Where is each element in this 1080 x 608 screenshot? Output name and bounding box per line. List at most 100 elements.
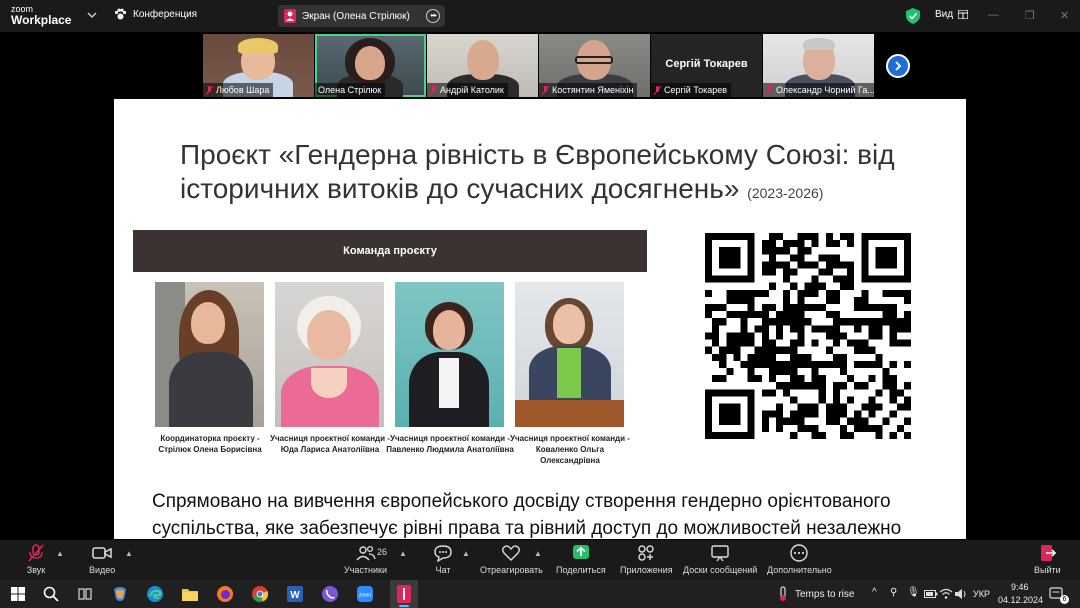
whiteboards-label: Доски сообщений <box>683 565 758 575</box>
qr-module <box>811 367 819 376</box>
next-page-button[interactable] <box>886 54 910 78</box>
qr-module <box>847 417 855 425</box>
grid-view-icon <box>958 10 969 19</box>
zoom-share-app-icon <box>394 584 414 604</box>
chevron-down-icon[interactable] <box>86 9 98 21</box>
qr-module <box>712 275 720 283</box>
participant-tile[interactable]: Костянтин Яменіхін <box>539 34 650 97</box>
mic-tray-icon[interactable]: 🎙︎ <box>907 587 920 598</box>
qr-code <box>705 233 911 439</box>
video-options-icon[interactable]: ▲ <box>125 549 133 558</box>
audio-options-icon[interactable]: ▲ <box>56 549 64 558</box>
more-button[interactable]: Дополнительно <box>767 544 832 575</box>
qr-module <box>712 318 720 326</box>
zoom-app-icon[interactable]: zoom <box>355 584 375 604</box>
qr-module <box>839 261 848 269</box>
search-icon[interactable] <box>41 584 61 604</box>
restore-icon[interactable]: ❐ <box>1025 9 1035 22</box>
qr-module <box>903 247 911 255</box>
qr-module <box>783 247 791 255</box>
qr-module <box>790 396 798 404</box>
qr-module <box>882 261 890 269</box>
audio-button[interactable]: Звук <box>26 544 46 575</box>
participant-tile[interactable]: Любов Шара <box>203 34 314 97</box>
qr-module <box>747 332 755 340</box>
qr-module <box>705 261 713 269</box>
qr-module <box>797 332 805 340</box>
qr-module <box>790 410 798 418</box>
volume-icon[interactable] <box>951 584 971 604</box>
qr-module <box>747 339 755 347</box>
edge-icon[interactable] <box>145 584 165 604</box>
qr-module <box>847 339 855 347</box>
qr-module <box>797 339 805 347</box>
minimize-icon[interactable]: — <box>988 9 999 21</box>
react-options-icon[interactable]: ▲ <box>534 549 542 558</box>
qr-module <box>797 261 805 269</box>
weather-text[interactable]: Temps to rise <box>795 589 854 600</box>
file-explorer-icon[interactable] <box>180 584 200 604</box>
qr-module <box>768 346 777 354</box>
shield-check-icon[interactable] <box>906 8 920 24</box>
chat-button[interactable]: Чат <box>433 544 453 575</box>
qr-module <box>854 318 862 326</box>
active-app-indicator[interactable] <box>390 580 418 608</box>
video-button[interactable]: Видео <box>89 544 115 575</box>
qr-module <box>726 417 734 425</box>
conference-menu[interactable]: Конференция <box>114 8 197 21</box>
qr-module <box>733 403 741 411</box>
location-icon[interactable]: ⚲ <box>890 587 897 598</box>
leave-button[interactable]: Выйти <box>1034 544 1061 575</box>
participant-tile-no-video[interactable]: Сергій Токарев Сергій Токарев <box>651 34 762 97</box>
screen-share-indicator[interactable]: Экран (Олена Стрілюк) ••• <box>278 5 445 27</box>
qr-module <box>768 367 777 376</box>
more-label: Дополнительно <box>767 565 832 575</box>
language-indicator[interactable]: УКР <box>973 589 990 599</box>
tray-chevron-up-icon[interactable]: ^ <box>872 587 877 598</box>
windows-start-icon[interactable] <box>8 584 28 604</box>
qr-module <box>761 424 769 432</box>
copilot-icon[interactable] <box>110 584 130 604</box>
qr-module <box>804 289 812 297</box>
view-menu[interactable]: Вид <box>935 9 969 20</box>
qr-module <box>818 389 826 397</box>
apps-button[interactable]: Приложения <box>620 544 673 575</box>
qr-module <box>783 311 791 319</box>
close-icon[interactable]: ✕ <box>1060 9 1069 22</box>
more-options-icon[interactable]: ••• <box>426 9 440 23</box>
participant-name: Костянтин Яменіхін <box>539 83 638 97</box>
qr-module <box>783 318 791 326</box>
qr-module <box>868 325 876 333</box>
qr-module <box>783 360 791 368</box>
clock-date[interactable]: 04.12.2024 <box>998 595 1043 605</box>
participant-tile[interactable]: Олександр Чорний Га... <box>763 34 874 97</box>
firefox-icon[interactable] <box>215 584 235 604</box>
clock-time[interactable]: 9:46 <box>1011 582 1029 592</box>
weather-icon[interactable] <box>773 584 793 604</box>
word-icon[interactable]: W <box>285 584 305 604</box>
chrome-icon[interactable] <box>250 584 270 604</box>
qr-module <box>861 254 869 262</box>
qr-module <box>754 375 762 383</box>
participant-tile-active[interactable]: Олена Стрілюк <box>315 34 426 97</box>
task-view-icon[interactable] <box>75 584 95 604</box>
notification-count: 6 <box>1060 595 1069 604</box>
qr-module <box>818 304 826 312</box>
qr-module <box>776 346 784 354</box>
whiteboards-button[interactable]: Доски сообщений <box>683 544 757 575</box>
qr-module <box>733 353 741 361</box>
qr-module <box>847 275 855 283</box>
qr-module <box>733 410 741 418</box>
qr-module <box>719 360 727 368</box>
qr-module <box>903 360 911 368</box>
qr-module <box>882 275 890 283</box>
qr-module <box>790 325 798 333</box>
participants-options-icon[interactable]: ▲ <box>399 549 407 558</box>
participant-tile[interactable]: Андрій Католик <box>427 34 538 97</box>
chat-options-icon[interactable]: ▲ <box>462 549 470 558</box>
viber-icon[interactable] <box>320 584 340 604</box>
qr-module <box>882 304 890 312</box>
qr-module <box>832 261 840 269</box>
qr-module <box>839 403 848 411</box>
share-screen-button[interactable]: Поделиться <box>556 544 606 575</box>
